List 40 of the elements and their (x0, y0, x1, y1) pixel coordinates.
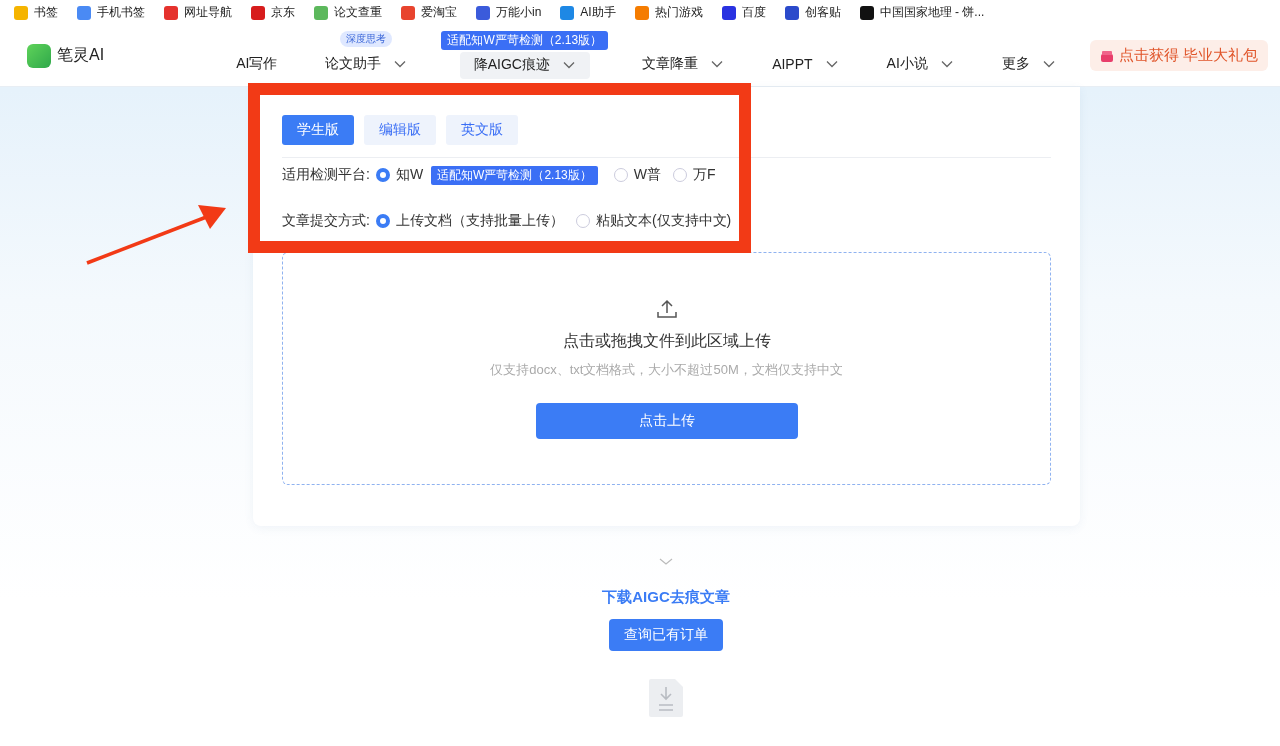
nav-item[interactable]: AIPPT (758, 48, 853, 79)
nav-badge: 深度思考 (340, 30, 393, 47)
nav-item[interactable]: AI写作 (222, 48, 292, 79)
bookmark-link[interactable]: 书签 (14, 4, 58, 21)
nav-badge: 适配知W严苛检测（2.13版） (441, 30, 609, 50)
radio-option[interactable]: 知W (375, 166, 424, 184)
bookmark-link[interactable]: 京东 (251, 4, 295, 21)
bookmark-link[interactable]: 网址导航 (164, 4, 232, 21)
setting-label: 文章提交方式: (282, 212, 370, 230)
version-tab[interactable]: 学生版 (282, 115, 354, 145)
nav-item[interactable]: 论文助手 (311, 48, 422, 79)
nav-item[interactable]: AI小说 (872, 48, 968, 79)
version-tab[interactable]: 编辑版 (364, 115, 436, 145)
nav-item[interactable]: 降AIGC痕迹 (459, 51, 590, 79)
bookmark-link[interactable]: AI助手 (560, 4, 616, 21)
promo-button[interactable]: 点击获得 毕业大礼包 (1089, 40, 1268, 71)
bookmark-link[interactable]: 中国国家地理 - 饼... (859, 4, 985, 21)
bookmark-link[interactable]: 爱淘宝 (401, 4, 457, 21)
radio-option[interactable]: W普 (613, 166, 661, 184)
radio-option[interactable]: 万F (673, 166, 716, 184)
upload-title: 点击或拖拽文件到此区域上传 (562, 331, 771, 351)
radio-option[interactable]: 上传文档（支持批量上传） (375, 212, 564, 230)
bookmark-link[interactable]: 万能小in (476, 4, 542, 21)
nav-item[interactable]: 文章降重 (628, 48, 739, 79)
brand-name[interactable]: 笔灵AI (57, 45, 105, 66)
bookmark-link[interactable]: 论文查重 (314, 4, 382, 21)
bookmark-link[interactable]: 创客贴 (784, 4, 841, 21)
setting-label: 适用检测平台: (282, 166, 370, 184)
radio-option[interactable]: 粘贴文本(仅支持中文) (575, 212, 732, 230)
bookmark-link[interactable]: 百度 (721, 4, 766, 21)
bookmark-link[interactable]: 热门游戏 (634, 4, 703, 21)
upload-hint: 仅支持docx、txt文档格式，大小不超过50M，文档仅支持中文 (490, 361, 843, 379)
download-title: 下载AIGC去痕文章 (602, 588, 730, 607)
upload-dropzone[interactable]: 点击或拖拽文件到此区域上传 仅支持docx、txt文档格式，大小不超过50M，文档仅支持中文 点击上传 (282, 252, 1051, 485)
version-tab[interactable]: 英文版 (446, 115, 518, 145)
query-orders-button[interactable]: 查询已有订单 (609, 619, 723, 651)
option-tag: 适配知W严苛检测（2.13版） (431, 165, 598, 185)
upload-button[interactable]: 点击上传 (535, 403, 798, 439)
bookmark-link[interactable]: 手机书签 (77, 4, 145, 21)
nav-item[interactable]: 更多 (987, 48, 1070, 79)
